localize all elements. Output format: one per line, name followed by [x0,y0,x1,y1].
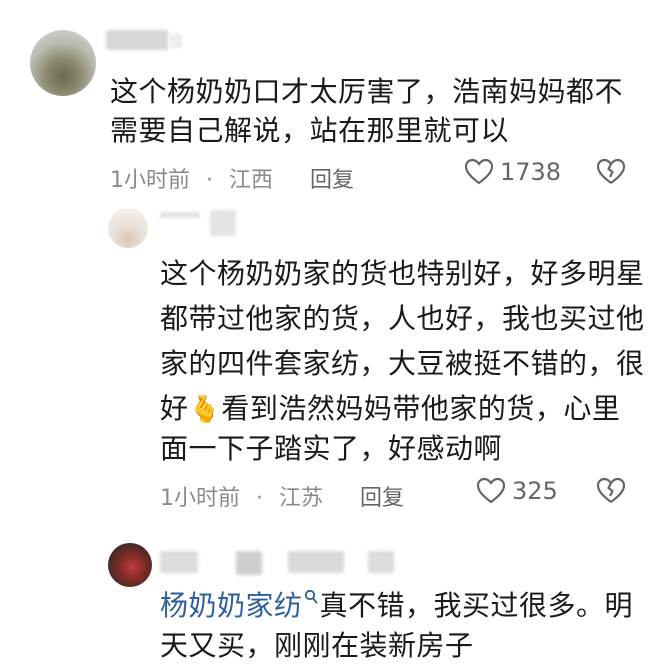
username-redacted[interactable] [160,212,200,218]
emoji: 🫰 [188,395,222,425]
username-redacted [288,551,344,573]
reply-button[interactable]: 回复 [310,162,354,194]
comment-text-line: 杨奶奶家纺 真不错，我买过很多。明 [160,587,633,625]
comment-text-line: 这个杨奶奶口才太厉害了，浩南妈妈都不 [110,75,624,108]
avatar[interactable] [108,543,152,587]
comment-meta: 1小时前 · 江西 [110,162,273,194]
username-redacted [236,551,262,575]
broken-heart-icon [596,477,626,505]
comment-location: 江苏 [279,486,324,511]
comment-text-segment: 好 [160,392,189,425]
avatar[interactable] [30,30,96,96]
comment-time: 1小时前 [160,486,240,511]
like-count: 325 [512,477,558,505]
heart-outline-icon [476,477,506,505]
separator-dot: · [206,168,213,193]
comment-text-line: 好🫰看到浩然妈妈带他家的货，心里 [160,390,620,429]
username-redacted [210,210,236,236]
like-count: 1738 [500,158,562,186]
comment-meta: 1小时前 · 江苏 [160,480,323,512]
comment-text-line: 都带过他家的货，人也好，我也买过他 [160,302,645,335]
comment-text-segment: 看到浩然妈妈带他家的货，心里 [221,392,621,425]
comment-location: 江西 [229,168,274,193]
separator-dot: · [256,486,263,511]
username-redacted[interactable] [106,30,168,50]
comment-text-line: 面一下子踏实了，好感动啊 [160,432,503,465]
search-icon [304,589,318,605]
comment-text-line: 天又买，刚刚在装新房子 [160,629,474,662]
avatar[interactable] [108,208,148,248]
username-redacted [368,551,394,573]
product-link[interactable]: 杨奶奶家纺 [160,589,303,622]
username-redacted [170,34,182,48]
dislike-button[interactable] [596,477,626,505]
reply-button[interactable]: 回复 [360,480,404,512]
comment-text-line: 这个杨奶奶家的货也特别好，好多明星 [160,257,645,290]
comment-text-segment: 真不错，我买过很多。明 [319,589,634,622]
heart-outline-icon [464,158,494,186]
like-button[interactable]: 1738 [464,158,561,186]
like-button[interactable]: 325 [476,477,558,505]
broken-heart-icon [596,158,626,186]
dislike-button[interactable] [596,158,626,186]
username-redacted[interactable] [160,551,198,573]
comment-time: 1小时前 [110,168,190,193]
comment-text-line: 需要自己解说，站在那里就可以 [110,114,510,147]
comment-text-line: 家的四件套家纺，大豆被挺不错的，很 [160,347,645,380]
